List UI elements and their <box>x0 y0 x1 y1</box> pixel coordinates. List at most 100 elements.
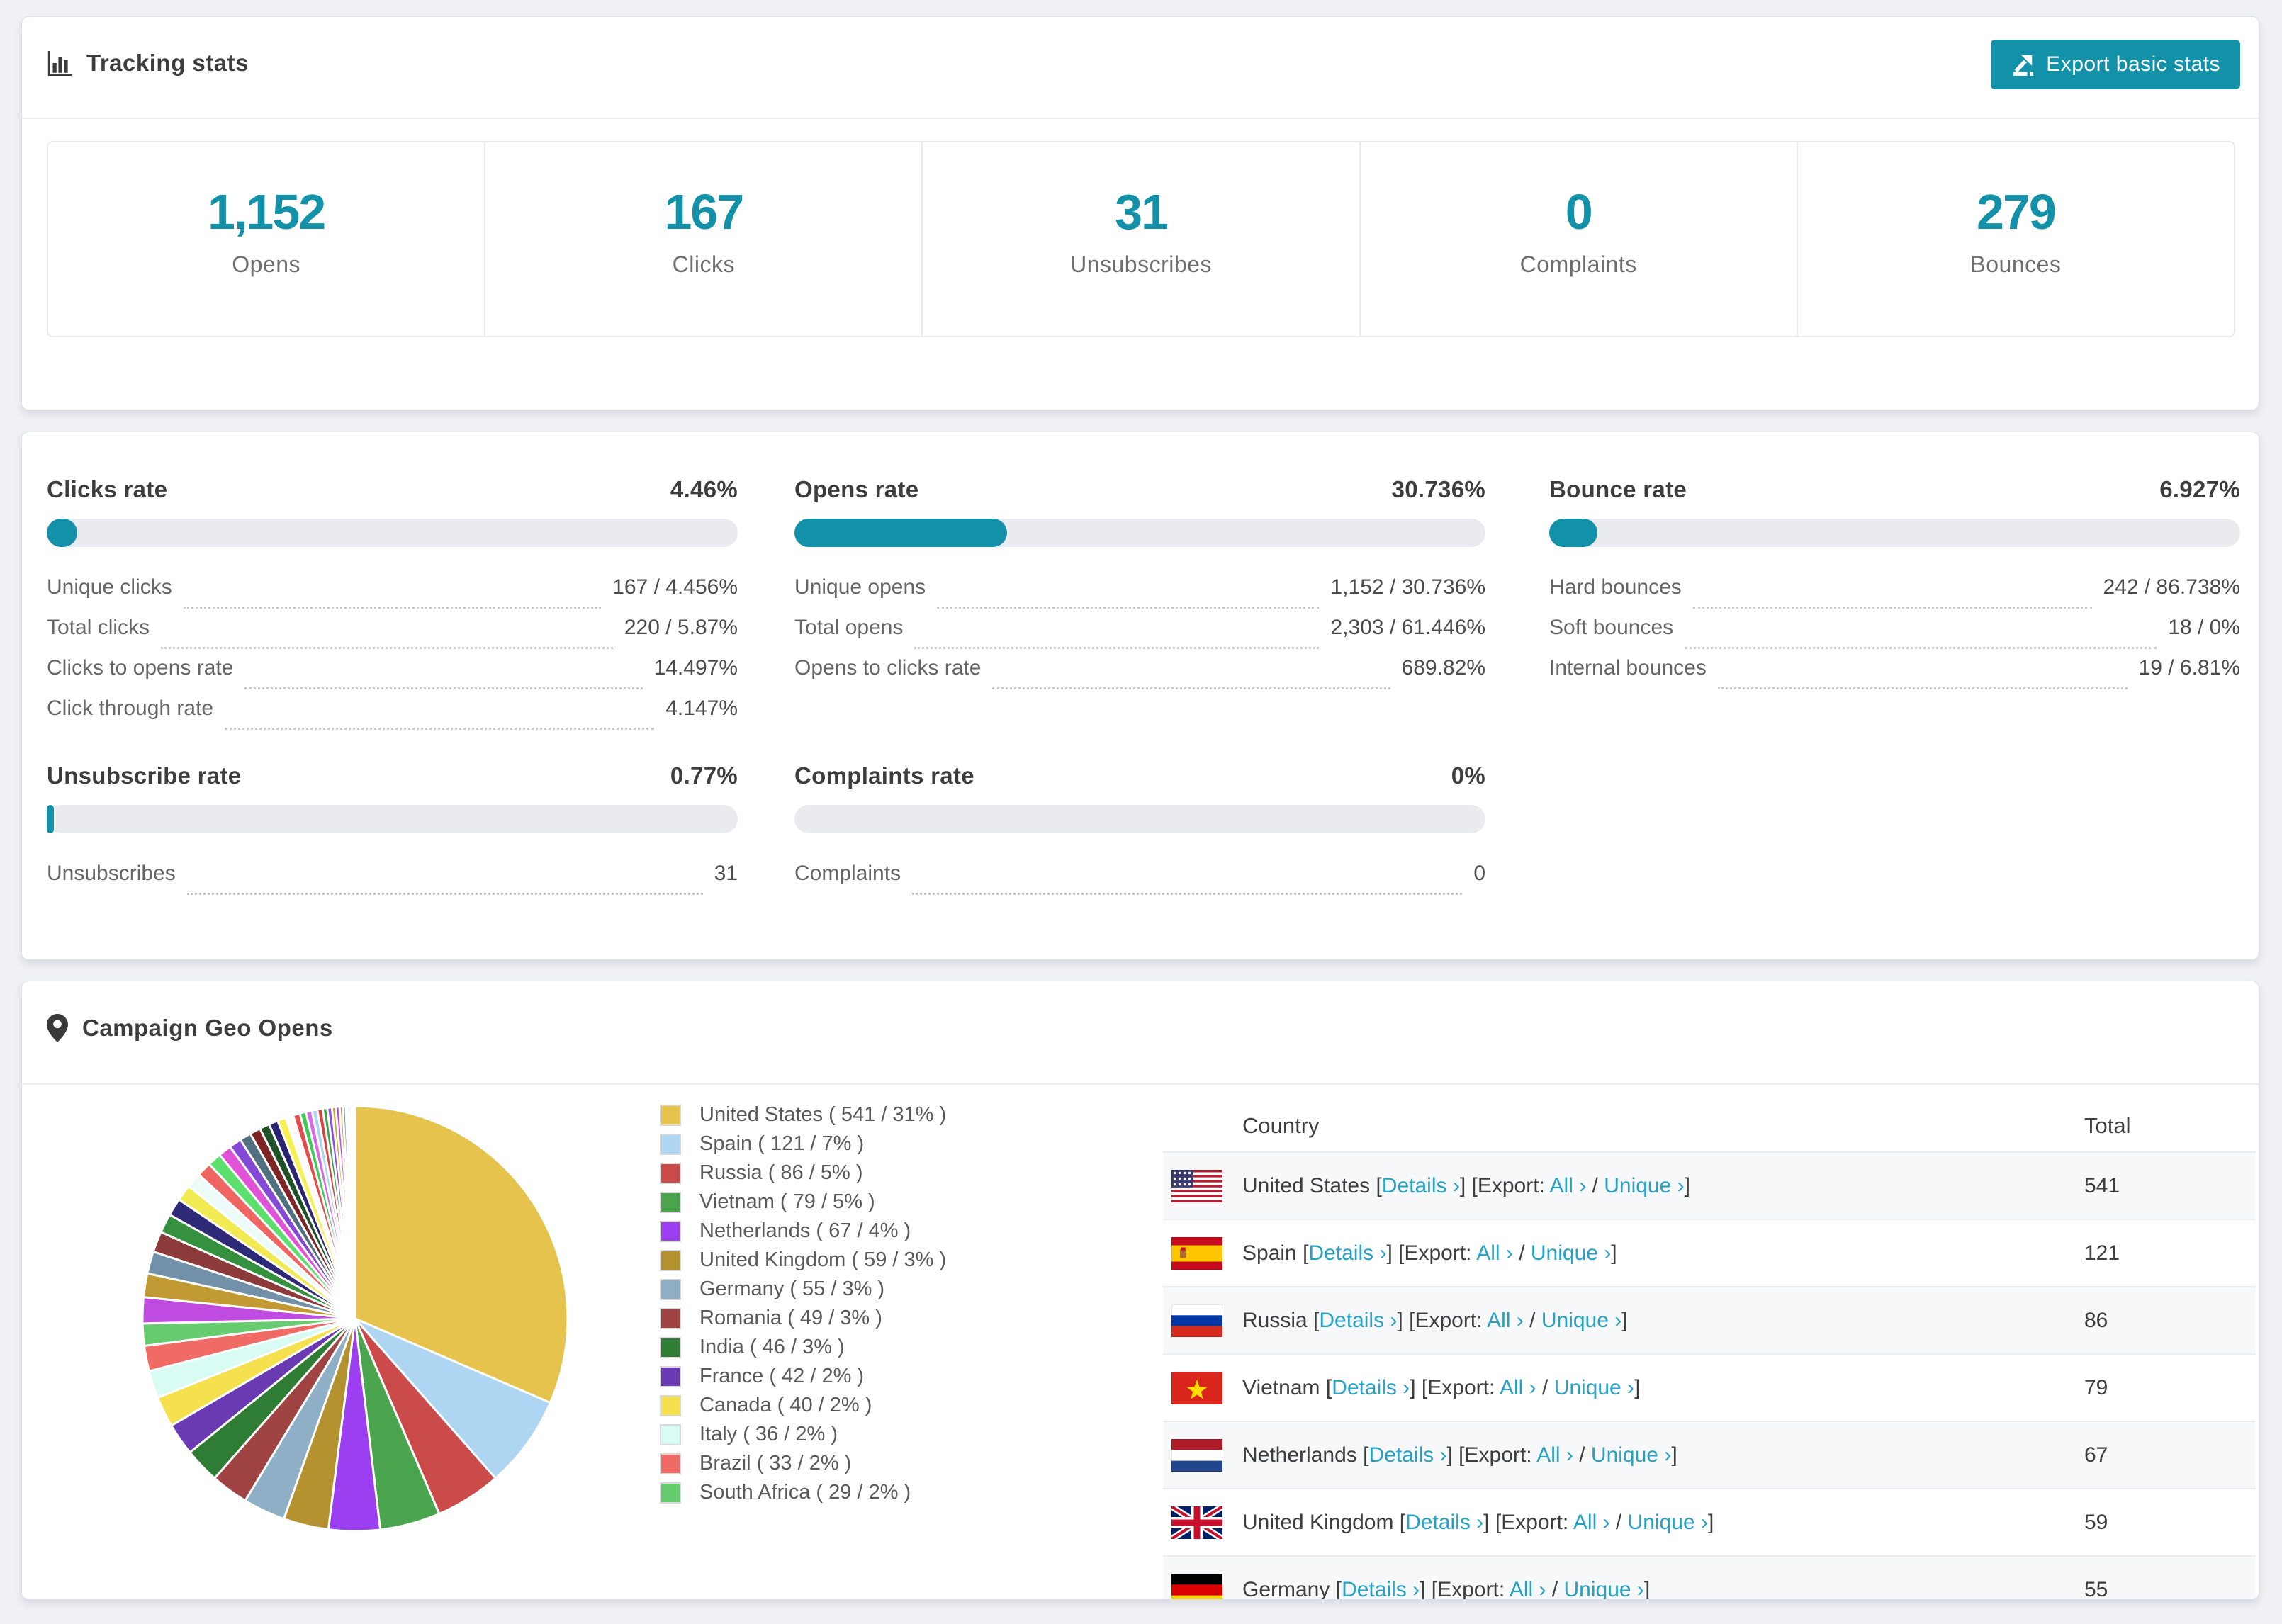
legend-swatch <box>660 1336 681 1358</box>
export-all-link[interactable]: All › <box>1536 1443 1573 1467</box>
export-all-link[interactable]: All › <box>1500 1376 1536 1399</box>
export-all-link[interactable]: All › <box>1550 1174 1587 1197</box>
geo-section-title: Campaign Geo Opens <box>82 1015 333 1041</box>
rate-stat-row: Clicks to opens rate 14.497% <box>47 656 738 697</box>
export-basic-stats-button[interactable]: Export basic stats <box>1991 40 2240 89</box>
export-unique-link[interactable]: Unique › <box>1604 1174 1684 1197</box>
export-unique-link[interactable]: Unique › <box>1531 1241 1611 1265</box>
rate-stat-label: Hard bounces <box>1549 575 1682 599</box>
rate-stat-value: 19 / 6.81% <box>2138 656 2240 680</box>
rate-stat-value: 18 / 0% <box>2168 616 2240 639</box>
rate-value: 0% <box>1451 762 1485 789</box>
rate-title: Unsubscribe rate <box>47 762 242 789</box>
export-unique-link[interactable]: Unique › <box>1564 1578 1644 1600</box>
rate-stat-value: 220 / 5.87% <box>624 616 738 639</box>
geo-legend: United States ( 541 / 31% ) Spain ( 121 /… <box>660 1100 946 1507</box>
rate-stat-value: 689.82% <box>1401 656 1485 680</box>
legend-swatch <box>660 1453 681 1474</box>
table-row-russia: Russia [Details ›] [Export: All › / Uniq… <box>1163 1286 2256 1353</box>
details-link[interactable]: Details › <box>1308 1241 1386 1265</box>
legend-label: United Kingdom ( 59 / 3% ) <box>699 1248 947 1271</box>
summary-stat-unsubscribes: 31 Unsubscribes <box>921 142 1359 336</box>
rate-stat-value: 2,303 / 61.446% <box>1330 616 1485 639</box>
export-all-link[interactable]: All › <box>1510 1578 1546 1600</box>
legend-label: Canada ( 40 / 2% ) <box>699 1394 872 1416</box>
table-row-vietnam: Vietnam [Details ›] [Export: All › / Uni… <box>1163 1353 2256 1421</box>
rate-block-clicks-rate: Clicks rate 4.46% Unique clicks 167 / 4.456… <box>47 476 738 737</box>
rate-value: 4.46% <box>670 476 738 502</box>
rate-progress-bar <box>794 805 1485 833</box>
details-link[interactable]: Details › <box>1342 1578 1420 1600</box>
export-label: Export: <box>1477 1173 1550 1197</box>
export-label: Export: <box>1404 1241 1477 1265</box>
details-link[interactable]: Details › <box>1368 1443 1446 1467</box>
details-link[interactable]: Details › <box>1332 1376 1410 1399</box>
rate-stat-label: Unique opens <box>794 575 926 599</box>
pie-slice <box>353 1105 356 1319</box>
legend-item-italy: Italy ( 36 / 2% ) <box>660 1420 946 1449</box>
details-link[interactable]: Details › <box>1405 1511 1483 1534</box>
country-total: 67 <box>2084 1443 2108 1467</box>
export-all-link[interactable]: All › <box>1573 1511 1610 1534</box>
legend-label: South Africa ( 29 / 2% ) <box>699 1481 911 1504</box>
legend-swatch <box>660 1423 681 1445</box>
rate-stat-label: Total clicks <box>47 616 150 639</box>
legend-label: Spain ( 121 / 7% ) <box>699 1132 865 1155</box>
rate-stat-value: 31 <box>714 862 738 885</box>
flag-vn-icon <box>1171 1372 1222 1404</box>
rate-stat-row: Complaints 0 <box>794 862 1485 902</box>
legend-swatch <box>660 1482 681 1504</box>
summary-stat-label: Clicks <box>672 252 735 277</box>
flag-de-icon <box>1171 1574 1222 1599</box>
dotted-leader <box>992 687 1390 689</box>
legend-swatch <box>660 1307 681 1329</box>
legend-item-germany: Germany ( 55 / 3% ) <box>660 1275 946 1304</box>
legend-item-india: India ( 46 / 3% ) <box>660 1333 946 1362</box>
details-link[interactable]: Details › <box>1382 1174 1460 1197</box>
export-unique-link[interactable]: Unique › <box>1554 1376 1634 1399</box>
page-title: Tracking stats <box>86 50 249 76</box>
summary-stats: 1,152 Opens 167 Clicks 31 Unsubscribes 0 Compla… <box>47 141 2235 337</box>
legend-label: Netherlands ( 67 / 4% ) <box>699 1219 911 1242</box>
rate-stat-label: Opens to clicks rate <box>794 656 982 680</box>
rate-stat-value: 0 <box>1473 862 1485 885</box>
export-unique-link[interactable]: Unique › <box>1541 1309 1621 1332</box>
country-name: Netherlands <box>1242 1443 1364 1467</box>
export-all-link[interactable]: All › <box>1487 1309 1524 1332</box>
flag-us-icon <box>1171 1170 1222 1203</box>
table-row-united-kingdom: United Kingdom [Details ›] [Export: All … <box>1163 1488 2256 1555</box>
export-label: Export: <box>1437 1577 1510 1600</box>
legend-label: Romania ( 49 / 3% ) <box>699 1307 882 1329</box>
rate-stat-label: Unsubscribes <box>47 862 176 885</box>
column-header-country: Country <box>1242 1113 1320 1138</box>
header-divider <box>22 1083 2259 1085</box>
geo-table-header: Country Total <box>1163 1107 2256 1151</box>
table-row-germany: Germany [Details ›] [Export: All › / Uni… <box>1163 1555 2256 1600</box>
country-name: Vietnam <box>1242 1375 1326 1399</box>
rate-block-unsubscribe-rate: Unsubscribe rate 0.77% Unsubscribes 31 <box>47 762 738 902</box>
export-label: Export: <box>1427 1375 1500 1399</box>
rate-stat-value: 1,152 / 30.736% <box>1330 575 1485 599</box>
legend-item-spain: Spain ( 121 / 7% ) <box>660 1129 946 1158</box>
rate-stat-row: Opens to clicks rate 689.82% <box>794 656 1485 697</box>
export-unique-link[interactable]: Unique › <box>1628 1511 1708 1534</box>
legend-swatch <box>660 1278 681 1300</box>
rate-block-opens-rate: Opens rate 30.736% Unique opens 1,152 / 30.… <box>794 476 1485 697</box>
legend-label: Brazil ( 33 / 2% ) <box>699 1452 852 1474</box>
rate-stat-row: Unique clicks 167 / 4.456% <box>47 575 738 616</box>
export-label: Export: <box>1464 1443 1537 1467</box>
bar-chart-icon <box>47 50 72 76</box>
country-total: 59 <box>2084 1510 2108 1534</box>
export-unique-link[interactable]: Unique › <box>1591 1443 1671 1467</box>
dotted-leader <box>1692 607 2092 609</box>
table-row-netherlands: Netherlands [Details ›] [Export: All › /… <box>1163 1421 2256 1488</box>
rate-stat-label: Internal bounces <box>1549 656 1707 680</box>
export-label: Export: <box>1415 1308 1488 1332</box>
export-all-link[interactable]: All › <box>1476 1241 1513 1265</box>
rate-stat-row: Soft bounces 18 / 0% <box>1549 616 2240 656</box>
rate-stat-row: Total clicks 220 / 5.87% <box>47 616 738 656</box>
summary-stat-value: 167 <box>664 184 744 239</box>
rate-stat-label: Click through rate <box>47 697 214 720</box>
rate-title: Bounce rate <box>1549 476 1687 502</box>
details-link[interactable]: Details › <box>1319 1309 1397 1332</box>
